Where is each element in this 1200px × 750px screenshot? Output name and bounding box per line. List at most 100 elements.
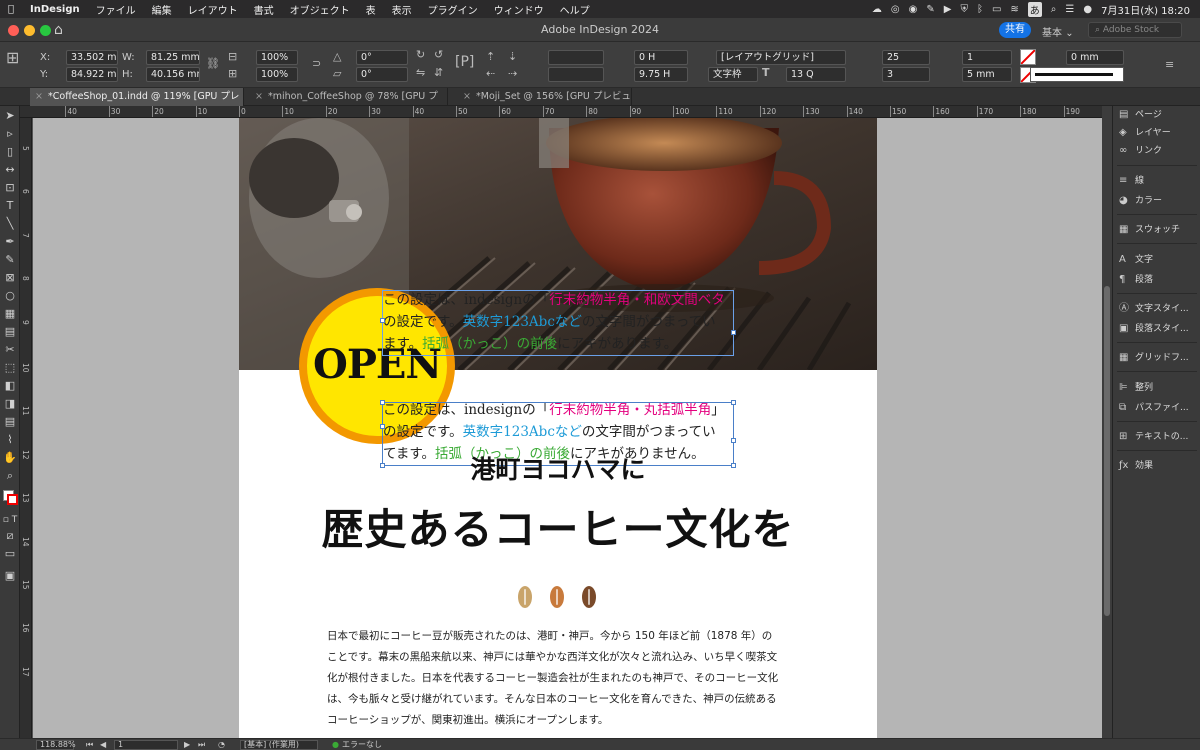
frame-grid-tool-icon[interactable]: ▦: [0, 306, 20, 322]
grid-name-select[interactable]: [レイアウトグリッド]: [716, 50, 846, 65]
flip-horizontal-icon[interactable]: ⇋: [416, 66, 425, 79]
rotate-ccw-icon[interactable]: ↺: [434, 48, 443, 61]
selection-handle[interactable]: [731, 330, 736, 335]
creative-cloud-icon[interactable]: ◎: [891, 4, 900, 15]
flip-vertical-icon[interactable]: ⇵: [434, 66, 443, 79]
table-tool-icon[interactable]: ▤: [0, 324, 20, 340]
document-page[interactable]: OPEN この設定は、indesignの「行末約物半角・和欧文間ベタ の設定です…: [239, 118, 877, 738]
note-tool-icon[interactable]: ▤: [0, 414, 20, 430]
menu-app[interactable]: InDesign: [22, 4, 88, 15]
panel-pathfinder[interactable]: ⧉ パスファイ...: [1119, 399, 1189, 417]
selection-handle[interactable]: [380, 318, 385, 323]
panel-effects[interactable]: ƒx 効果: [1119, 457, 1153, 475]
line-tool-icon[interactable]: ╲: [0, 216, 20, 232]
main-heading[interactable]: 歴史あるコーヒー文化を: [239, 496, 877, 557]
page-tool-icon[interactable]: ▯: [0, 144, 20, 160]
gradient-feather-tool-icon[interactable]: ◨: [0, 396, 20, 412]
zoom-tool-icon[interactable]: ⌕: [0, 468, 20, 484]
menu-plugins[interactable]: プラグイン: [420, 2, 486, 17]
x-field[interactable]: 33.502 mm: [66, 50, 118, 65]
constrain-proportions-icon[interactable]: ⛓: [206, 57, 220, 70]
scale-x-field[interactable]: 100%: [256, 50, 298, 65]
direct-selection-tool-icon[interactable]: ▹: [0, 126, 20, 142]
pen-tool-icon[interactable]: ✒: [0, 234, 20, 250]
close-icon[interactable]: ×: [35, 88, 43, 106]
formatting-text-icon[interactable]: ▫ T: [0, 512, 20, 528]
preflight-icon[interactable]: ◔: [218, 739, 225, 750]
sync-icon[interactable]: ◉: [909, 4, 918, 15]
stroke-swatch[interactable]: [7, 494, 18, 505]
width-field[interactable]: 81.25 mm: [146, 50, 200, 65]
control-center-icon[interactable]: ☰: [1065, 4, 1074, 15]
input-mode-icon[interactable]: あ: [1027, 1, 1042, 17]
selection-handle[interactable]: [731, 438, 736, 443]
zoom-field[interactable]: 118.88%: [36, 740, 76, 750]
menu-file[interactable]: ファイル: [88, 2, 144, 17]
select-next-icon[interactable]: ⇢: [508, 67, 517, 80]
y-field[interactable]: 84.922 mm: [66, 67, 118, 82]
selection-handle[interactable]: [380, 400, 385, 405]
ellipse-tool-icon[interactable]: ○: [0, 288, 20, 304]
rotate-field[interactable]: 0°: [356, 50, 408, 65]
content-collector-icon[interactable]: ⊡: [0, 180, 20, 196]
menu-edit[interactable]: 編集: [144, 2, 180, 17]
panel-char-styles[interactable]: Ⓐ 文字スタイ...: [1119, 300, 1189, 318]
lines-field[interactable]: 3: [882, 67, 930, 82]
gap-tool-icon[interactable]: ↔: [0, 162, 20, 178]
panel-layers[interactable]: ◈ レイヤー: [1119, 124, 1171, 142]
reference-point-icon[interactable]: ⊞: [6, 48, 19, 67]
close-icon[interactable]: ×: [463, 88, 471, 106]
free-transform-tool-icon[interactable]: ⬚: [0, 360, 20, 376]
pasteboard[interactable]: OPEN この設定は、indesignの「行末約物半角・和欧文間ベタ の設定です…: [33, 118, 1102, 738]
panel-text-wrap[interactable]: ⊞ テキストの...: [1119, 428, 1188, 446]
hand-tool-icon[interactable]: ✋: [0, 450, 20, 466]
panel-links[interactable]: ∞ リンク: [1119, 142, 1162, 160]
baseline-shift-field[interactable]: 0 H: [634, 50, 688, 65]
wifi-icon[interactable]: ≋: [1010, 4, 1018, 15]
next-page-icon[interactable]: ▶: [184, 739, 190, 750]
play-icon[interactable]: ▶: [944, 4, 952, 15]
workspace-selector[interactable]: 基本 ⌄: [1042, 24, 1074, 39]
apply-none-icon[interactable]: ⧄: [0, 528, 20, 544]
panel-paragraph[interactable]: ¶ 段落: [1119, 271, 1153, 289]
selection-tool-icon[interactable]: ➤: [0, 108, 20, 124]
panel-grid-formats[interactable]: ▦ グリッドフ...: [1119, 349, 1189, 367]
select-content-icon[interactable]: ⇣: [508, 50, 517, 63]
search-icon[interactable]: ⌕: [1051, 4, 1057, 15]
select-container-icon[interactable]: ⇡: [486, 50, 495, 63]
menu-view[interactable]: 表示: [384, 2, 420, 17]
stroke-type-select[interactable]: [1030, 67, 1124, 82]
panel-color[interactable]: ◕ カラー: [1119, 192, 1162, 210]
shield-icon[interactable]: ⛨: [960, 4, 968, 15]
battery-icon[interactable]: ▭: [992, 4, 1001, 15]
chars-per-line-field[interactable]: 25: [882, 50, 930, 65]
panel-align[interactable]: ⊫ 整列: [1119, 379, 1153, 397]
height-field[interactable]: 40.156 mm: [146, 67, 200, 82]
screen-mode-icon[interactable]: ▭: [0, 546, 20, 562]
grid-frame-select[interactable]: 文字枠: [708, 67, 758, 82]
tab-moji-set[interactable]: ×*Moji_Set @ 156% [GPU プレビュー]: [458, 88, 632, 120]
panel-menu-icon[interactable]: ≡: [1165, 58, 1174, 71]
scissors-tool-icon[interactable]: ✂: [0, 342, 20, 358]
last-page-icon[interactable]: ⏭: [198, 739, 205, 750]
menu-layout[interactable]: レイアウト: [180, 2, 246, 17]
menu-help[interactable]: ヘルプ: [552, 2, 598, 17]
char-field-1[interactable]: [548, 50, 604, 65]
view-mode-icon[interactable]: ▣: [0, 568, 20, 584]
body-text[interactable]: 日本で最初にコーヒー豆が販売されたのは、港町・神戸。今から 150 年ほど前（1…: [327, 626, 793, 731]
panel-stroke[interactable]: ≡ 線: [1119, 172, 1144, 190]
stroke-weight-field[interactable]: 0 mm: [1066, 50, 1124, 65]
vertical-ruler[interactable]: 5 6 7 8 9 10 11 12 13 14 15 16 17: [20, 118, 32, 738]
clock[interactable]: 7月31日(水) 18:20: [1101, 2, 1190, 17]
selection-handle[interactable]: [731, 400, 736, 405]
bluetooth-icon[interactable]: ᛒ: [977, 4, 983, 15]
text-frame-p-icon[interactable]: [P]: [455, 54, 474, 70]
tab-coffeeshop[interactable]: ×*CoffeeShop_01.indd @ 119% [GPU プレビュー]: [30, 88, 244, 120]
menu-type[interactable]: 書式: [246, 2, 282, 17]
select-previous-icon[interactable]: ⇠: [486, 67, 495, 80]
panel-character[interactable]: A 文字: [1119, 251, 1153, 269]
eyedropper-tool-icon[interactable]: ⌇: [0, 432, 20, 448]
link-scale-icon[interactable]: ⊃: [312, 57, 321, 70]
close-icon[interactable]: ×: [255, 88, 263, 106]
fill-none-swatch[interactable]: [1020, 49, 1036, 65]
